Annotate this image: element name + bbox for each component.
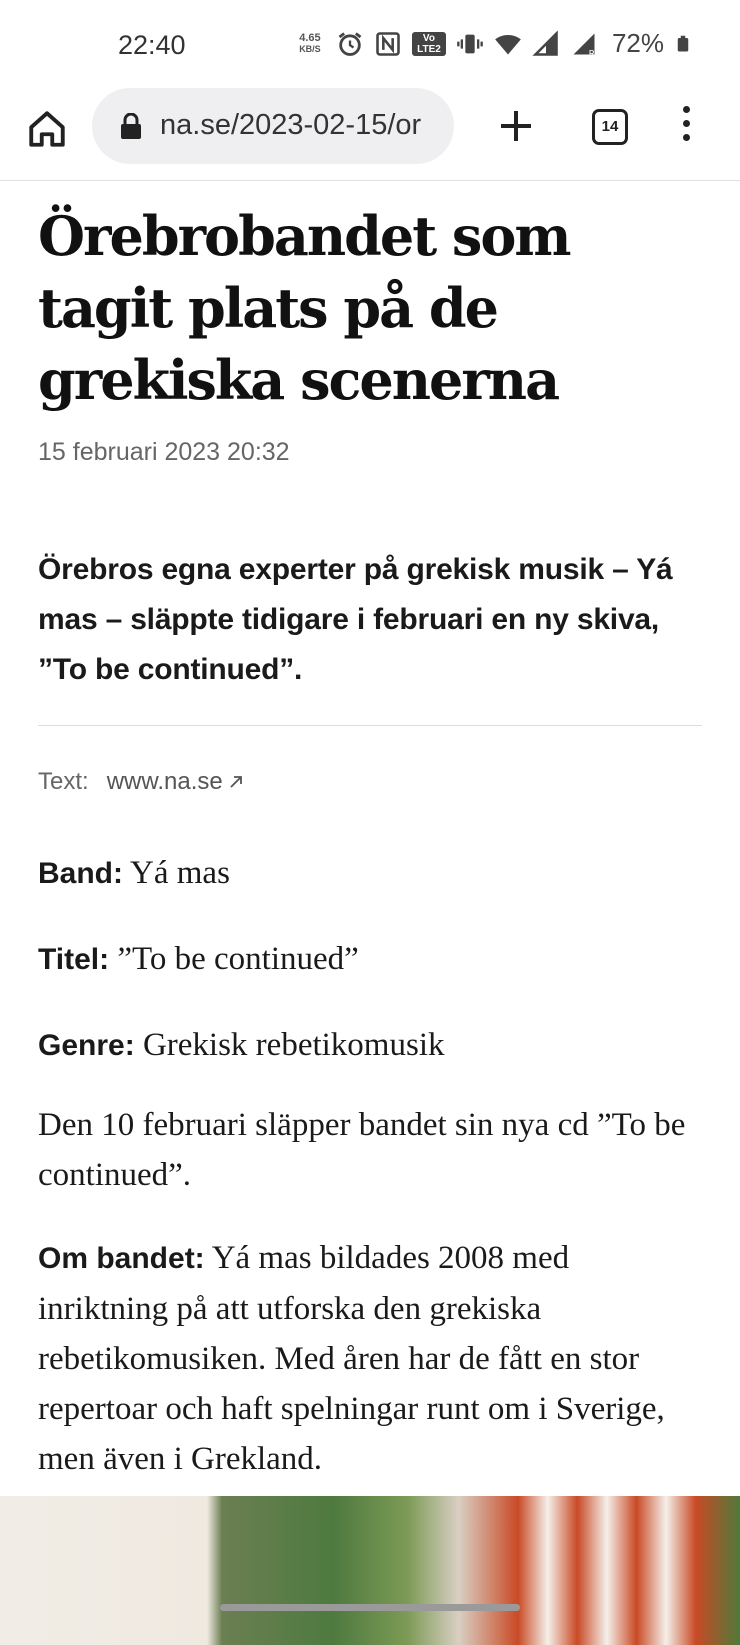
home-icon[interactable] [26,108,68,150]
tab-switcher-button[interactable]: 14 [592,109,628,145]
article-credit: Text: www.na.se [38,768,702,796]
external-link-icon[interactable] [229,775,243,789]
fact-value: ”To be continued” [109,941,359,977]
fact-value: Yá mas [123,855,230,891]
article-paragraph-about: Om bandet: Yá mas bildades 2008 med inri… [38,1233,702,1484]
network-speed-unit: KB/S [299,43,321,54]
article-paragraph: Den 10 februari släpper bandet sin nya c… [38,1107,686,1193]
paragraph-label: Om bandet: [38,1242,205,1275]
fact-title: Titel: ”To be continued” [38,932,702,986]
overflow-menu-icon[interactable] [680,106,692,148]
network-speed-value: 4.65 [299,31,321,44]
battery-icon [677,35,689,51]
fact-label: Genre: [38,1029,135,1062]
status-icons: 4.65 KB/S Vo LTE2 R 72% [294,28,692,59]
clock: 22:40 [118,30,186,60]
signal-icon [532,29,558,56]
fact-band: Band: Yá mas [38,846,702,900]
new-tab-icon[interactable] [496,106,536,146]
article-headline: Örebrobandet som tagit plats på de greki… [38,204,572,412]
address-bar[interactable]: na.se/2023-02-15/or [92,88,454,164]
battery-percent: 72% [611,28,664,58]
wifi-icon [495,34,521,54]
fact-label: Band: [38,857,123,890]
svg-text:R: R [589,48,596,57]
volte-icon: Vo LTE2 [411,31,446,56]
fact-genre: Genre: Grekisk rebetikomusik [38,1018,702,1072]
article-date: 15 februari 2023 20:32 [38,438,290,466]
vibrate-icon [457,34,483,53]
fact-label: Titel: [38,943,110,976]
divider [38,725,702,726]
article-lede: Örebros egna experter på grekisk musik –… [38,553,673,686]
fact-value: Grekisk rebetikomusik [134,1027,445,1063]
url-text[interactable]: na.se/2023-02-15/or [160,109,450,142]
nfc-icon [376,31,400,56]
credit-label: Text: [38,768,89,795]
network-speed: 4.65 KB/S [294,31,326,55]
paragraph-text: Yá mas bildades 2008 med inriktning på a… [38,1240,665,1477]
signal-roaming-icon: R [573,33,596,58]
browser-toolbar: na.se/2023-02-15/or 14 [0,88,740,181]
article-photo [0,1496,740,1645]
gesture-nav-bar[interactable] [220,1604,520,1611]
lock-icon [121,113,141,139]
credit-link[interactable]: www.na.se [107,768,223,796]
status-bar: 22:40 4.65 KB/S Vo LTE2 R 72% [0,0,740,88]
alarm-icon [338,31,362,56]
article: Örebrobandet som tagit plats på de greki… [38,200,702,1517]
